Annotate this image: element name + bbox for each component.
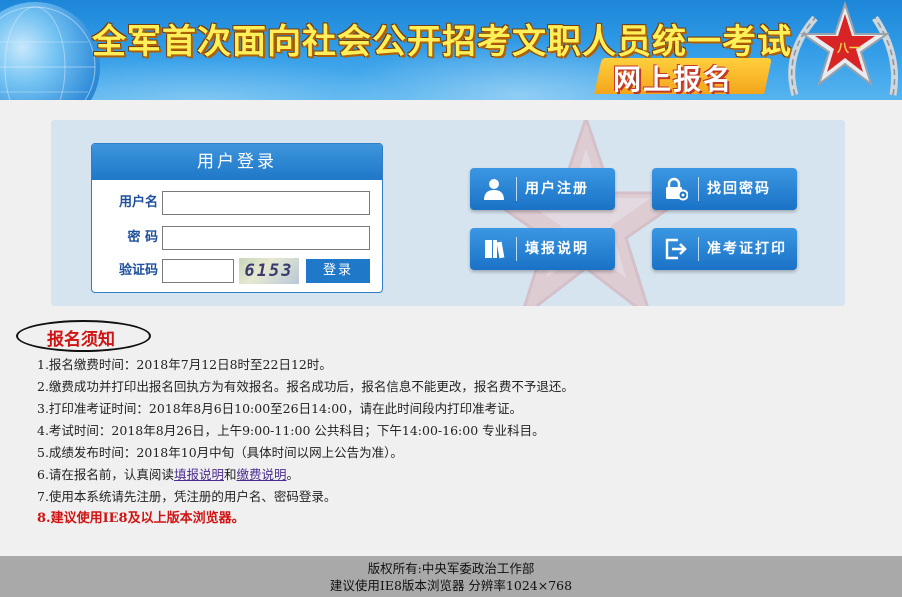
notice-item-links: 6.请在报名前，认真阅读填报说明和缴费说明。 [37, 464, 887, 486]
button-divider [516, 237, 517, 261]
captcha-label: 验证码 [118, 263, 158, 278]
button-divider [516, 177, 517, 201]
recover-password-label: 找回密码 [707, 181, 771, 197]
fill-guide-link[interactable]: 填报说明 [174, 467, 224, 482]
svg-text:八一: 八一 [836, 41, 861, 55]
notice-item: 1.报名缴费时间：2018年7月12日8时至22日12时。 [37, 357, 332, 372]
star-watermark-icon [476, 120, 696, 306]
username-row: 用户名 [92, 190, 382, 216]
copyright-text: 版权所有:中央军委政治工作部 [367, 561, 535, 576]
notice-item-suffix: 。 [286, 467, 299, 482]
notice-title: 报名须知 [47, 330, 115, 350]
notice-item: 3.打印准考证时间：2018年8月6日10:00至26日14:00，请在此时间段… [37, 401, 523, 416]
payment-guide-link[interactable]: 缴费说明 [236, 467, 286, 482]
footer: 版权所有:中央军委政治工作部 建议使用IE8版本浏览器 分辨率1024×768 [0, 556, 902, 597]
login-button[interactable]: 登录 [306, 259, 370, 283]
notice-item: 7.使用本系统请先注册，凭注册的用户名、密码登录。 [37, 489, 337, 504]
user-icon [484, 179, 504, 200]
book-icon [485, 240, 505, 259]
banner-subtitle: 网上报名 [613, 63, 734, 96]
army-emblem-icon: 八一 [775, 0, 902, 100]
recover-password-button[interactable]: 找回密码 [652, 168, 797, 210]
header-banner: 全军首次面向社会公开招考文职人员统一考试 网上报名 八一 [0, 0, 902, 100]
admission-print-button[interactable]: 准考证打印 [652, 228, 797, 270]
notice-item: 2.缴费成功并打印出报名回执方为有效报名。报名成功后，报名信息不能更改，报名费不… [37, 379, 574, 394]
password-row: 密 码 [92, 225, 382, 251]
fill-guide-button[interactable]: 填报说明 [470, 228, 615, 270]
notice-list: 1.报名缴费时间：2018年7月12日8时至22日12时。 2.缴费成功并打印出… [37, 354, 887, 530]
notice-item: 4.考试时间：2018年8月26日，上午9:00-11:00 公共科目；下午14… [37, 423, 545, 438]
captcha-row: 验证码 6153 登录 [92, 258, 382, 284]
exit-arrow-icon [665, 238, 687, 260]
login-header: 用户登录 [92, 144, 382, 180]
captcha-image[interactable]: 6153 [239, 258, 299, 284]
lock-gear-icon [666, 177, 688, 201]
register-button[interactable]: 用户注册 [470, 168, 615, 210]
username-label: 用户名 [118, 195, 158, 210]
admission-print-label: 准考证打印 [707, 241, 787, 257]
password-input[interactable] [162, 226, 370, 250]
captcha-input[interactable] [162, 259, 234, 283]
username-input[interactable] [162, 191, 370, 215]
banner-title: 全军首次面向社会公开招考文职人员统一考试 [92, 22, 792, 62]
notice-item-browser-warning: 8.建议使用IE8及以上版本浏览器。 [37, 511, 245, 526]
notice-item-mid: 和 [223, 467, 237, 482]
register-label: 用户注册 [525, 181, 589, 197]
notice-item: 5.成绩发布时间：2018年10月中旬（具体时间以网上公告为准）。 [37, 445, 403, 460]
password-label: 密 码 [127, 230, 158, 245]
fill-guide-label: 填报说明 [525, 241, 589, 257]
browser-recommendation-text: 建议使用IE8版本浏览器 分辨率1024×768 [329, 578, 573, 593]
globe-icon [0, 2, 100, 100]
login-form: 用户登录 用户名 密 码 验证码 6153 登录 [91, 143, 383, 293]
button-divider [698, 177, 699, 201]
notice-item-prefix: 6.请在报名前，认真阅读 [37, 467, 174, 482]
button-divider [698, 237, 699, 261]
